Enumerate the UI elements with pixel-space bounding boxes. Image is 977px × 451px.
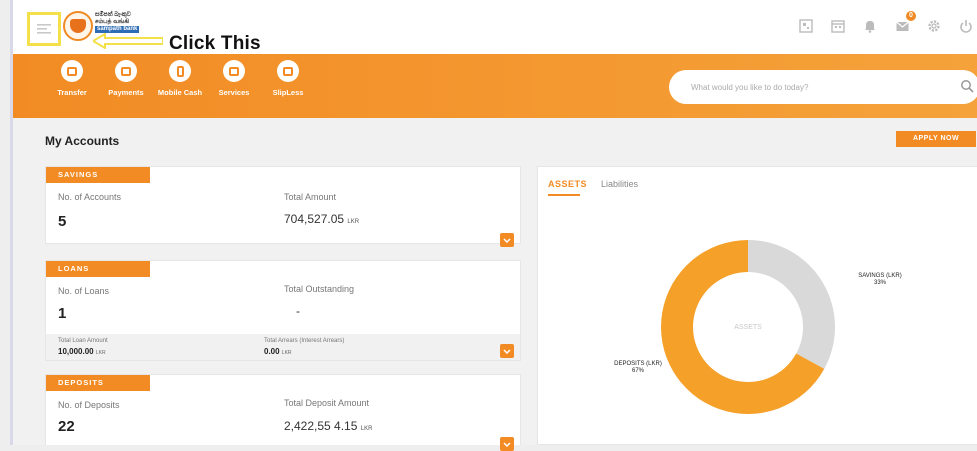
nav-item-slipless[interactable]: SlipLess (261, 60, 315, 97)
transfer-icon (61, 60, 83, 82)
nav-item-label: SlipLess (272, 88, 304, 97)
nav-item-label: Services (218, 88, 250, 97)
loans-summary-strip: Total Loan Amount 10,000.00 LKR Total Ar… (46, 334, 520, 360)
callout-arrow-icon (93, 33, 163, 49)
total-amount: 704,527.05 LKR (284, 212, 359, 226)
nav-item-label: Transfer (57, 88, 87, 97)
hamburger-icon (37, 24, 51, 34)
nav-item-label: Mobile Cash (157, 88, 203, 97)
total-arrears-value: 0.00 (264, 347, 280, 356)
loans-count-label: No. of Loans (58, 286, 110, 296)
savings-slice-label: SAVINGS (LKR) (858, 273, 902, 279)
deposits-slice-percent: 67% (632, 368, 645, 374)
nav-item-services[interactable]: Services (207, 60, 261, 97)
search-bar (669, 70, 977, 104)
donut-center-label: ASSETS (734, 324, 762, 331)
total-deposit-value: 2,422,55 4.15 (284, 419, 358, 433)
total-amount-label: Total Amount (284, 192, 337, 202)
assets-donut-chart: ASSETS SAVINGS (LKR)33% DEPOSITS (LKR)67% (614, 240, 902, 414)
total-arrears: 0.00 LKR (264, 347, 292, 356)
bank-logo-text: සම්පත් බැංකුව சம்பத் வங்கி sampath bank (95, 12, 140, 33)
total-loan-amount-label: Total Loan Amount (58, 338, 108, 344)
mobile-cash-icon (169, 60, 191, 82)
click-this-callout: Click This (169, 33, 261, 54)
deposits-count-label: No. of Deposits (58, 400, 120, 410)
app-frame: සම්පත් බැංකුව சம்பத் வங்கி sampath bank … (10, 0, 977, 451)
bell-icon[interactable] (862, 18, 878, 34)
calendar-icon[interactable] (830, 18, 846, 34)
logo-line-english: sampath bank (95, 26, 140, 33)
total-deposit-label: Total Deposit Amount (284, 398, 370, 408)
currency-label: LKR (281, 350, 292, 356)
gear-icon[interactable] (926, 18, 942, 34)
logo-line-sinhala: සම්පත් බැංකුව (95, 12, 131, 18)
services-icon (223, 60, 245, 82)
accounts-count: 5 (58, 213, 67, 230)
deposits-count: 22 (58, 418, 75, 435)
search-input[interactable] (691, 82, 941, 92)
chevron-down-icon (503, 441, 511, 447)
mail-badge: 0 (906, 11, 916, 21)
page-title: My Accounts (45, 134, 120, 148)
total-outstanding-label: Total Outstanding (284, 284, 355, 294)
menu-toggle-button[interactable] (27, 12, 61, 46)
total-amount-value: 704,527.05 (284, 212, 345, 226)
top-icon-bar: 0 (798, 11, 974, 34)
top-bar: සම්පත් බැංකුව சம்பத் வங்கி sampath bank … (13, 0, 977, 54)
power-icon[interactable] (958, 18, 974, 34)
expand-deposits-button[interactable] (500, 437, 514, 451)
main-nav-band: Transfer Payments Mobile Cash Services S… (13, 54, 977, 118)
savings-tag: SAVINGS (46, 167, 150, 183)
nav-item-mobile-cash[interactable]: Mobile Cash (153, 60, 207, 97)
bank-logo (63, 11, 93, 41)
accounts-count-label: No. of Accounts (58, 192, 122, 202)
loans-card: LOANS No. of Loans 1 Total Outstanding -… (45, 260, 521, 361)
total-loan-amount-value: 10,000.00 (58, 347, 94, 356)
currency-label: LKR (347, 219, 360, 225)
total-arrears-label: Total Arrears (Interest Arrears) (264, 338, 345, 344)
savings-card: SAVINGS No. of Accounts 5 Total Amount 7… (45, 166, 521, 247)
chevron-down-icon (503, 348, 511, 354)
expand-savings-button[interactable] (500, 233, 514, 247)
currency-label: LKR (360, 426, 373, 432)
nav-item-label: Payments (108, 88, 144, 97)
currency-label: LKR (95, 350, 106, 356)
total-outstanding-value: - (296, 304, 300, 318)
apply-now-button[interactable]: APPLY NOW (896, 131, 976, 147)
chevron-down-icon (503, 237, 511, 243)
payments-icon (115, 60, 137, 82)
loans-tag: LOANS (46, 261, 150, 277)
deposits-tag: DEPOSITS (46, 375, 150, 391)
savings-slice[interactable] (748, 240, 835, 369)
qr-icon[interactable] (798, 18, 814, 34)
expand-loans-button[interactable] (500, 344, 514, 358)
logo-line-tamil: சம்பத் வங்கி (95, 19, 130, 25)
search-icon[interactable] (960, 79, 974, 93)
assets-panel: ASSETS Liabilities ASSETS SAVINGS (LKR) 33… (537, 166, 977, 445)
quick-nav: Transfer Payments Mobile Cash Services S… (45, 60, 315, 97)
loans-count: 1 (58, 305, 67, 322)
total-loan-amount: 10,000.00 LKR (58, 347, 106, 356)
total-deposit: 2,422,55 4.15 LKR (284, 419, 372, 433)
nav-item-payments[interactable]: Payments (99, 60, 153, 97)
nav-item-transfer[interactable]: Transfer (45, 60, 99, 97)
savings-slice-percent: 33% (874, 280, 887, 286)
deposits-slice-label: DEPOSITS (LKR) (614, 361, 662, 367)
deposits-card: DEPOSITS No. of Deposits 22 Total Deposi… (45, 374, 521, 451)
slipless-icon (277, 60, 299, 82)
mail-icon[interactable]: 0 (894, 11, 916, 34)
